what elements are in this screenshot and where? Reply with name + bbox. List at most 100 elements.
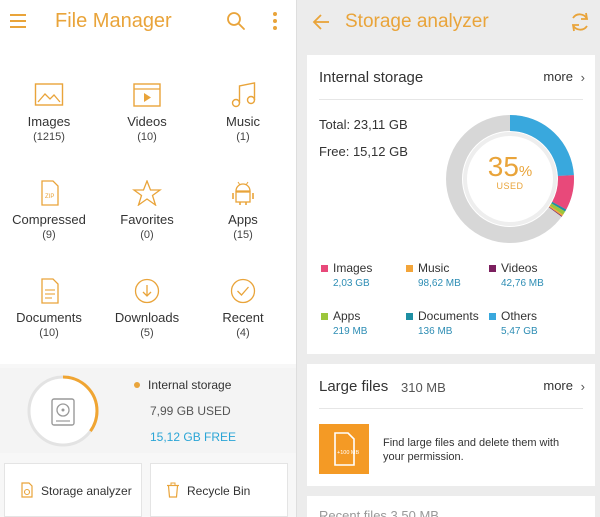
category-count: (10)	[137, 131, 157, 143]
storage-dot	[134, 382, 140, 388]
divider	[319, 99, 583, 100]
recent-files-heading: Recent files 3,50 MB	[319, 508, 439, 517]
category-videos[interactable]: Videos (10)	[98, 82, 196, 172]
large-files-size: 310 MB	[401, 380, 446, 395]
category-documents[interactable]: Documents (10)	[0, 278, 98, 368]
storage-analyzer-label: Storage analyzer	[41, 484, 132, 498]
android-icon	[232, 181, 254, 205]
storage-analyzer-icon	[21, 482, 33, 498]
used-label: USED	[496, 181, 524, 191]
legend-name: Images	[333, 261, 373, 275]
storage-analyzer-panel: Storage analyzer Internal storage more ›…	[296, 0, 600, 517]
legend-swatch	[489, 265, 496, 272]
legend-value: 42,76 MB	[501, 278, 544, 289]
legend-name: Videos	[501, 261, 538, 275]
internal-more-link[interactable]: more	[543, 69, 573, 84]
analyzer-app-bar: Storage analyzer	[297, 0, 600, 46]
refresh-icon[interactable]	[569, 11, 591, 33]
recent-files-card[interactable]: Recent files 3,50 MB	[307, 496, 595, 517]
app-bar: File Manager	[0, 0, 296, 46]
large-files-more-link[interactable]: more	[543, 378, 573, 393]
legend-value: 2,03 GB	[333, 278, 370, 289]
large-files-heading: Large files	[319, 378, 389, 395]
category-count: (1215)	[33, 131, 65, 143]
search-icon[interactable]	[226, 11, 246, 31]
category-count: (15)	[233, 229, 253, 241]
legend-swatch	[406, 313, 413, 320]
recycle-bin-button[interactable]: Recycle Bin	[150, 463, 288, 517]
category-label: Favorites	[120, 212, 174, 227]
large-file-icon-text: +100 MB	[337, 450, 359, 456]
large-files-description: Find large files and delete them with yo…	[383, 437, 560, 463]
app-title: File Manager	[55, 10, 172, 32]
category-label: Music	[226, 114, 260, 129]
storage-free: 15,12 GB FREE	[150, 430, 237, 444]
category-label: Downloads	[114, 310, 180, 325]
category-count: (5)	[140, 327, 154, 339]
large-files-card: Large files 310 MB more › +100 MB Find l…	[307, 364, 595, 486]
category-recent[interactable]: Recent (4)	[194, 278, 292, 368]
legend-swatch	[406, 265, 413, 272]
category-label: Compressed	[12, 212, 86, 227]
star-icon	[132, 180, 162, 206]
legend-name: Music	[418, 261, 450, 275]
recycle-bin-label: Recycle Bin	[187, 484, 251, 498]
download-icon	[134, 278, 160, 304]
legend-value: 219 MB	[333, 326, 368, 337]
storage-label: Internal storage	[148, 378, 232, 392]
internal-storage-heading: Internal storage	[319, 69, 424, 86]
zip-icon: ZIP	[41, 180, 59, 206]
total-storage: Total: 23,11 GB	[319, 117, 408, 132]
legend-swatch	[321, 265, 328, 272]
category-count: (9)	[42, 229, 56, 241]
used-percent: 35% USED	[444, 151, 576, 191]
category-label: Images	[27, 114, 71, 129]
legend-name: Documents	[418, 309, 479, 323]
legend-value: 136 MB	[418, 326, 453, 337]
free-storage: Free: 15,12 GB	[319, 144, 408, 159]
image-icon	[34, 83, 64, 106]
category-label: Apps	[228, 212, 258, 227]
category-count: (4)	[236, 327, 250, 339]
category-label: Recent	[222, 310, 264, 325]
chevron-right-icon[interactable]: ›	[581, 70, 585, 85]
storage-used: 7,99 GB USED	[150, 404, 231, 418]
back-arrow-icon[interactable]	[311, 12, 331, 32]
analyzer-title: Storage analyzer	[345, 11, 489, 32]
legend-name: Others	[501, 309, 538, 323]
document-icon	[41, 278, 59, 304]
category-compressed[interactable]: ZIP Compressed (9)	[0, 180, 98, 270]
category-images[interactable]: Images (1215)	[0, 82, 98, 172]
trash-icon	[167, 482, 179, 498]
internal-storage-card: Internal storage more › Total: 23,11 GB …	[307, 55, 595, 354]
divider	[319, 408, 583, 409]
category-grid: Images (1215) Videos (10) Music (1) ZIP …	[0, 46, 296, 364]
category-music[interactable]: Music (1)	[194, 82, 292, 172]
menu-icon[interactable]	[10, 14, 26, 30]
video-icon	[133, 83, 161, 107]
file-plus-icon: +100 MB	[334, 432, 359, 466]
category-favorites[interactable]: Favorites (0)	[98, 180, 196, 270]
category-count: (10)	[39, 327, 59, 339]
large-file-icon: +100 MB	[319, 424, 369, 474]
category-apps[interactable]: Apps (15)	[194, 180, 292, 270]
category-count: (1)	[236, 131, 250, 143]
legend-name: Apps	[333, 309, 361, 323]
storage-ring	[27, 375, 99, 447]
category-count: (0)	[140, 229, 154, 241]
legend-swatch	[321, 313, 328, 320]
category-downloads[interactable]: Downloads (5)	[98, 278, 196, 368]
category-label: Videos	[127, 114, 167, 129]
percent-sign: %	[518, 163, 533, 180]
music-icon	[231, 82, 256, 108]
legend-value: 5,47 GB	[501, 326, 538, 337]
legend-swatch	[489, 313, 496, 320]
file-manager-panel: File Manager Images (1215) Videos (10) M…	[0, 0, 296, 517]
more-options-icon[interactable]	[270, 12, 280, 32]
check-circle-icon	[230, 278, 256, 304]
legend-value: 98,62 MB	[418, 278, 461, 289]
storage-analyzer-button[interactable]: Storage analyzer	[4, 463, 142, 517]
category-label: Documents	[16, 310, 82, 325]
chevron-right-icon[interactable]: ›	[581, 379, 585, 394]
svg-text:ZIP: ZIP	[45, 194, 54, 200]
